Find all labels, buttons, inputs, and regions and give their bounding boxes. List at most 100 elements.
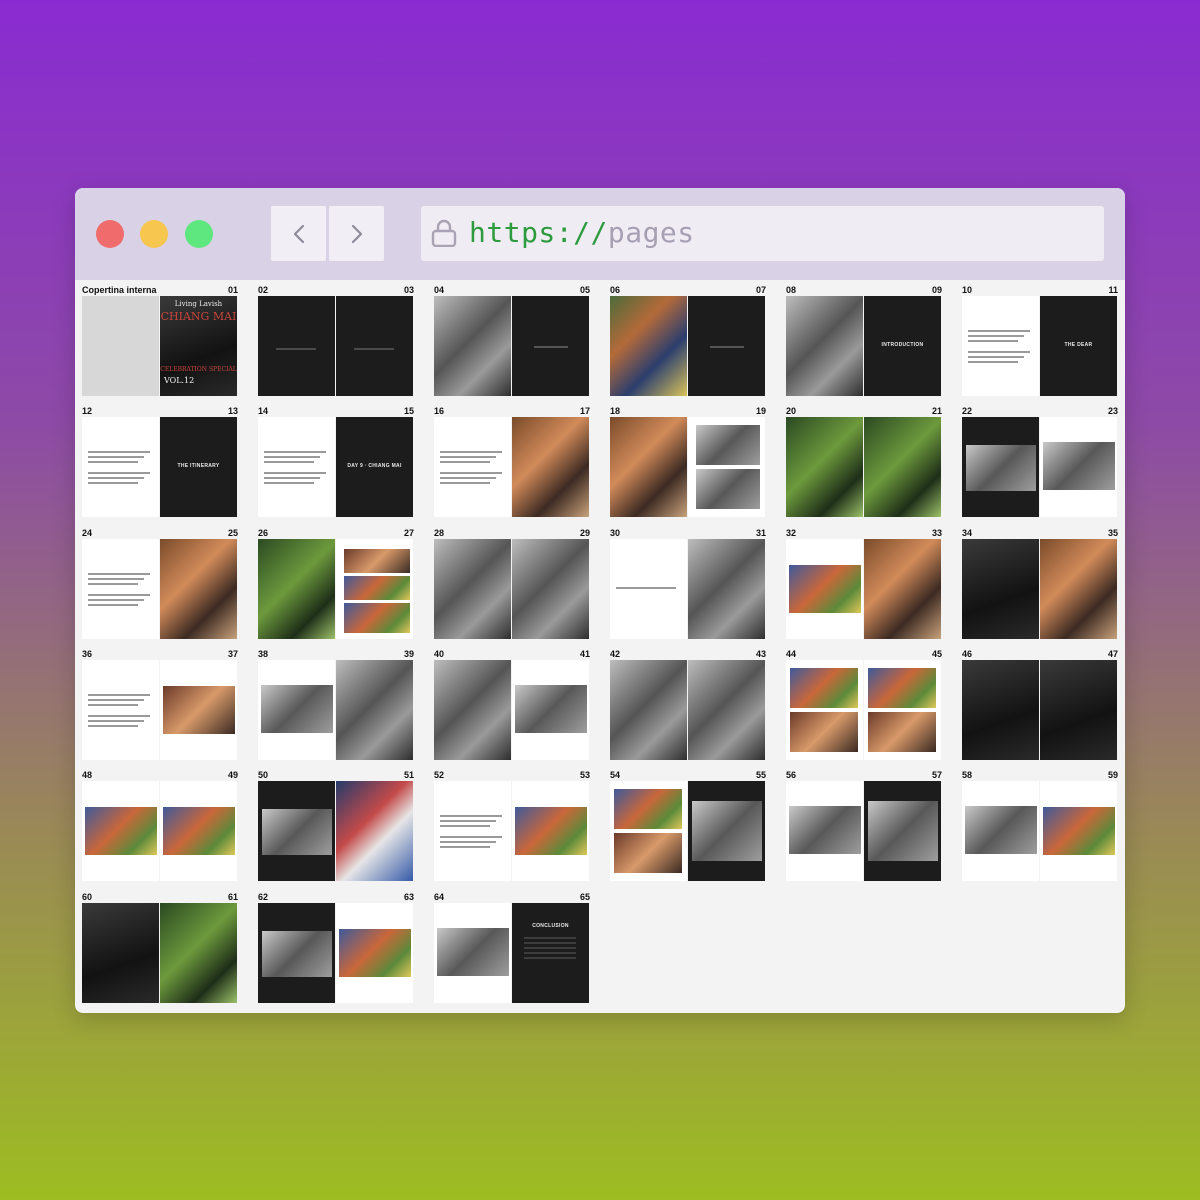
page-spread[interactable]: 58 59	[962, 770, 1118, 888]
page-thumbnail[interactable]	[160, 902, 237, 1003]
page-spread[interactable]: 64 65 CONCLUSION	[434, 892, 590, 1010]
page-spread[interactable]: 06 07	[610, 285, 766, 403]
page-spread[interactable]: 38 39	[258, 649, 414, 767]
page-thumbnail[interactable]	[512, 417, 589, 518]
minimize-window-button[interactable]	[140, 220, 168, 248]
page-thumbnail[interactable]	[962, 538, 1039, 639]
page-spread[interactable]: 10 11 THE DEAR	[962, 285, 1118, 403]
page-spread[interactable]: 12 13 THE ITINERARY	[82, 406, 238, 524]
page-thumbnail[interactable]	[610, 659, 687, 760]
page-thumbnail[interactable]	[258, 417, 335, 518]
page-thumbnail[interactable]	[1040, 538, 1117, 639]
page-thumbnail[interactable]	[1040, 659, 1117, 760]
page-thumbnail[interactable]	[258, 659, 335, 760]
page-thumbnail[interactable]	[962, 296, 1039, 396]
page-thumbnail[interactable]	[786, 659, 863, 760]
page-spread[interactable]: 42 43	[610, 649, 766, 767]
page-thumbnail[interactable]	[82, 902, 159, 1003]
page-thumbnail[interactable]	[160, 659, 237, 760]
close-window-button[interactable]	[96, 220, 124, 248]
page-spread[interactable]: 26 27	[258, 528, 414, 646]
page-thumbnail[interactable]	[512, 659, 589, 760]
page-thumbnail[interactable]	[962, 659, 1039, 760]
page-thumbnail[interactable]	[688, 659, 765, 760]
page-thumbnail[interactable]	[688, 538, 765, 639]
page-spread[interactable]: 22 23	[962, 406, 1118, 524]
page-spread[interactable]: 62 63	[258, 892, 414, 1010]
page-thumbnail[interactable]	[336, 781, 413, 882]
page-thumbnail[interactable]	[258, 902, 335, 1003]
page-thumbnail[interactable]	[512, 538, 589, 639]
page-thumbnail[interactable]	[160, 538, 237, 639]
page-spread[interactable]: 60 61	[82, 892, 238, 1010]
page-thumbnail[interactable]: THE DEAR	[1040, 296, 1117, 396]
page-thumbnail[interactable]	[610, 538, 687, 639]
page-spread[interactable]: 32 33	[786, 528, 942, 646]
page-thumbnail[interactable]	[512, 296, 589, 396]
page-spread[interactable]: 44 45	[786, 649, 942, 767]
page-thumbnail[interactable]	[1040, 417, 1117, 518]
page-thumbnail[interactable]	[336, 538, 413, 639]
page-thumbnail[interactable]	[610, 417, 687, 518]
page-spread[interactable]: 04 05	[434, 285, 590, 403]
page-thumbnail[interactable]	[786, 417, 863, 518]
page-thumbnail[interactable]	[962, 417, 1039, 518]
page-thumbnail[interactable]	[336, 296, 413, 396]
page-thumbnail[interactable]	[258, 538, 335, 639]
page-spread[interactable]: 50 51	[258, 770, 414, 888]
page-thumbnail[interactable]	[864, 781, 941, 882]
page-thumbnail[interactable]	[688, 417, 765, 518]
page-thumbnail[interactable]	[82, 417, 159, 518]
page-thumbnail[interactable]	[786, 296, 863, 396]
page-thumbnail[interactable]	[434, 902, 511, 1003]
page-spread[interactable]: Copertina interna 01 Living Lavish CHIANG M…	[82, 285, 238, 403]
page-spread[interactable]: 40 41	[434, 649, 590, 767]
page-spread[interactable]: 28 29	[434, 528, 590, 646]
page-spread[interactable]: 36 37	[82, 649, 238, 767]
page-thumbnail[interactable]	[610, 296, 687, 396]
page-thumbnail[interactable]	[610, 781, 687, 882]
page-thumbnail[interactable]	[786, 538, 863, 639]
page-spread[interactable]: 30 31	[610, 528, 766, 646]
page-thumbnail[interactable]: THE ITINERARY	[160, 417, 237, 518]
page-thumbnail[interactable]: INTRODUCTION	[864, 296, 941, 396]
address-bar[interactable]: https://pages	[421, 206, 1104, 261]
page-thumbnail[interactable]	[512, 781, 589, 882]
page-thumbnail[interactable]: CONCLUSION	[512, 902, 589, 1003]
page-thumbnail[interactable]	[864, 417, 941, 518]
page-thumbnail[interactable]	[160, 781, 237, 882]
page-thumbnail[interactable]	[336, 659, 413, 760]
page-thumbnail[interactable]	[434, 659, 511, 760]
page-thumbnail[interactable]	[962, 781, 1039, 882]
page-spread[interactable]: 02 03	[258, 285, 414, 403]
page-thumbnail[interactable]	[82, 296, 159, 396]
page-spread[interactable]: 56 57	[786, 770, 942, 888]
page-spread[interactable]: 18 19	[610, 406, 766, 524]
page-thumbnail[interactable]	[82, 659, 159, 760]
maximize-window-button[interactable]	[185, 220, 213, 248]
page-spread[interactable]: 48 49	[82, 770, 238, 888]
page-spread[interactable]: 52 53	[434, 770, 590, 888]
page-thumbnail[interactable]	[82, 781, 159, 882]
page-thumbnail[interactable]	[1040, 781, 1117, 882]
forward-button[interactable]	[329, 206, 384, 261]
page-thumbnail[interactable]	[688, 296, 765, 396]
page-spread[interactable]: 46 47	[962, 649, 1118, 767]
page-thumbnail[interactable]	[336, 902, 413, 1003]
page-spread[interactable]: 08 09 INTRODUCTION	[786, 285, 942, 403]
page-spread[interactable]: 16 17	[434, 406, 590, 524]
page-thumbnail[interactable]	[688, 781, 765, 882]
page-spread[interactable]: 24 25	[82, 528, 238, 646]
page-thumbnail[interactable]: DAY 9 · CHIANG MAI	[336, 417, 413, 518]
page-thumbnail[interactable]	[434, 296, 511, 396]
page-thumbnail[interactable]	[864, 538, 941, 639]
page-thumbnail[interactable]: Living Lavish CHIANG MAI CELEBRATION SPECI…	[160, 296, 237, 396]
page-thumbnail[interactable]	[258, 781, 335, 882]
page-spread[interactable]: 34 35	[962, 528, 1118, 646]
page-thumbnail[interactable]	[82, 538, 159, 639]
page-thumbnail[interactable]	[258, 296, 335, 396]
page-thumbnail[interactable]	[434, 417, 511, 518]
back-button[interactable]	[271, 206, 326, 261]
page-spread[interactable]: 14 15 DAY 9 · CHIANG MAI	[258, 406, 414, 524]
page-thumbnail[interactable]	[434, 781, 511, 882]
